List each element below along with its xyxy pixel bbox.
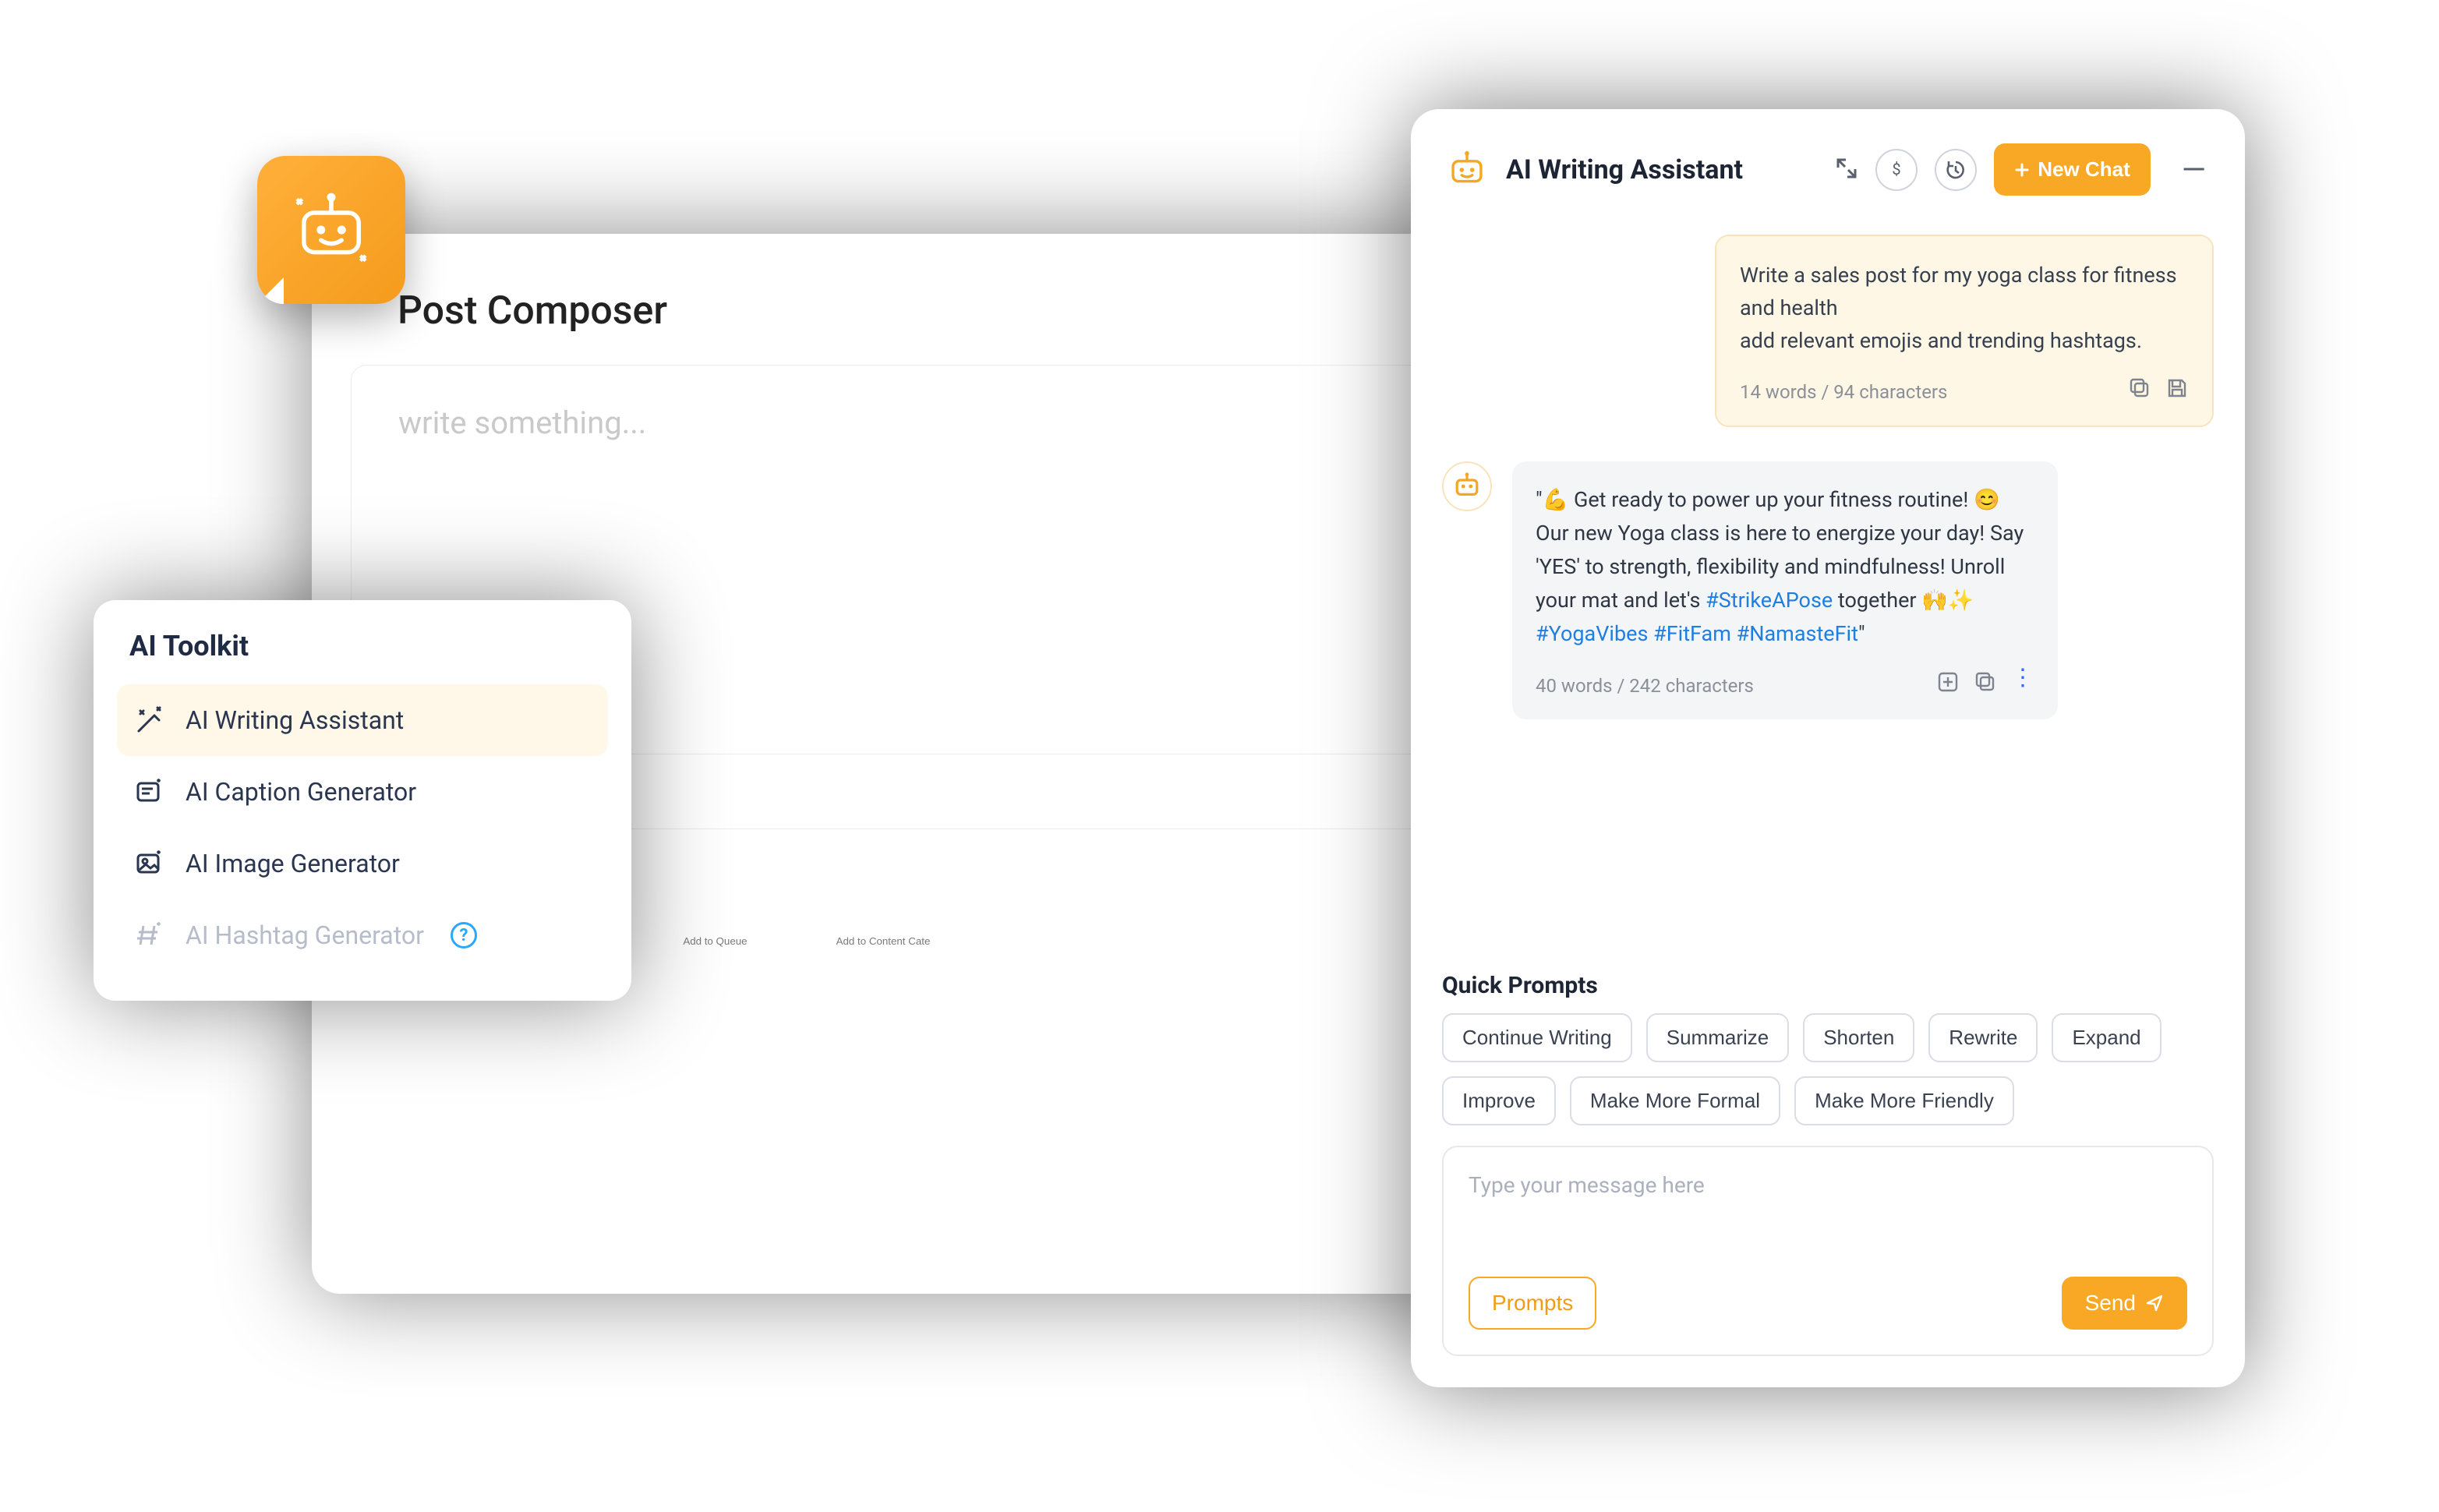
prompts-button[interactable]: Prompts (1469, 1277, 1596, 1330)
image-icon (134, 848, 165, 879)
expand-icon[interactable] (1835, 157, 1858, 183)
user-message-stats: 14 words / 94 characters (1740, 378, 1947, 407)
quick-prompts-section: Quick Prompts Continue Writing Summarize… (1411, 952, 2245, 1146)
new-chat-label: New Chat (2038, 157, 2130, 182)
user-message-line1: Write a sales post for my yoga class for… (1740, 260, 2189, 325)
composer-placeholder: write something... (398, 404, 646, 441)
toolkit-title: AI Toolkit (129, 630, 596, 662)
toolkit-item-label: AI Image Generator (186, 849, 400, 878)
toolkit-item-label: AI Writing Assistant (186, 705, 404, 735)
bot-avatar-icon (1442, 461, 1492, 511)
insert-icon[interactable] (1936, 670, 1960, 702)
assistant-title: AI Writing Assistant (1506, 154, 1818, 185)
chat-input[interactable]: Type your message here Prompts Send (1442, 1146, 2214, 1356)
chip-make-formal[interactable]: Make More Formal (1570, 1076, 1780, 1125)
copy-icon[interactable] (1974, 670, 1997, 702)
user-message: Write a sales post for my yoga class for… (1715, 235, 2214, 427)
minimize-icon[interactable]: — (2168, 151, 2211, 188)
magic-wand-icon (134, 705, 165, 736)
toolkit-item-writing-assistant[interactable]: AI Writing Assistant (117, 684, 608, 756)
help-icon[interactable]: ? (451, 922, 477, 949)
more-icon[interactable]: ⋮ (2011, 670, 2034, 702)
send-button[interactable]: Send (2062, 1277, 2187, 1330)
chip-shorten[interactable]: Shorten (1803, 1013, 1914, 1062)
caption-icon (134, 776, 165, 807)
user-message-line2: add relevant emojis and trending hashtag… (1740, 325, 2189, 358)
chip-continue-writing[interactable]: Continue Writing (1442, 1013, 1632, 1062)
send-icon (2145, 1294, 2164, 1312)
assistant-panel: AI Writing Assistant $ New Chat — Write … (1411, 109, 2245, 1387)
plus-icon (2014, 162, 2030, 178)
history-icon[interactable] (1935, 149, 1977, 191)
bot-mid: together 🙌✨ (1833, 588, 1974, 613)
toolkit-item-image-generator[interactable]: AI Image Generator (117, 828, 608, 899)
tab-add-content-category[interactable]: Add to Content Cate (819, 924, 948, 958)
bot-message-stats: 40 words / 242 characters (1536, 671, 1754, 701)
toolkit-item-hashtag-generator[interactable]: AI Hashtag Generator ? (117, 899, 608, 971)
chat-thread: Write a sales post for my yoga class for… (1411, 219, 2245, 952)
send-label: Send (2085, 1291, 2136, 1316)
chip-improve[interactable]: Improve (1442, 1076, 1556, 1125)
toolkit-item-label: AI Hashtag Generator (186, 920, 424, 950)
svg-text:$: $ (1893, 160, 1901, 178)
toolkit-item-caption-generator[interactable]: AI Caption Generator (117, 756, 608, 828)
save-icon[interactable] (2165, 376, 2189, 408)
robot-icon (288, 187, 374, 273)
credits-icon[interactable]: $ (1875, 149, 1918, 191)
ai-bot-tile-icon[interactable] (257, 156, 405, 304)
quick-prompts-title: Quick Prompts (1442, 972, 2214, 999)
copy-icon[interactable] (2128, 376, 2151, 408)
chip-summarize[interactable]: Summarize (1646, 1013, 1789, 1062)
hashtag-icon (134, 920, 165, 951)
bot-message-row: "💪 Get ready to power up your fitness ro… (1442, 461, 2214, 719)
tab-add-queue[interactable]: Add to Queue (666, 924, 764, 958)
toolkit-item-label: AI Caption Generator (186, 777, 416, 807)
robot-icon (1445, 148, 1489, 192)
chip-expand[interactable]: Expand (2052, 1013, 2161, 1062)
composer-title: Post Composer (312, 234, 1481, 365)
ai-toolkit-popover: AI Toolkit AI Writing Assistant AI Capti… (94, 600, 631, 1001)
chip-make-friendly[interactable]: Make More Friendly (1794, 1076, 2014, 1125)
hashtag-2[interactable]: #YogaVibes #FitFam #NamasteFit (1536, 621, 1858, 646)
assistant-header: AI Writing Assistant $ New Chat — (1411, 109, 2245, 219)
chip-rewrite[interactable]: Rewrite (1928, 1013, 2038, 1062)
hashtag-1[interactable]: #StrikeAPose (1706, 588, 1833, 613)
bot-close: " (1858, 621, 1865, 646)
bot-message: "💪 Get ready to power up your fitness ro… (1512, 461, 2058, 719)
chat-input-placeholder: Type your message here (1469, 1172, 2187, 1266)
new-chat-button[interactable]: New Chat (1994, 143, 2150, 196)
